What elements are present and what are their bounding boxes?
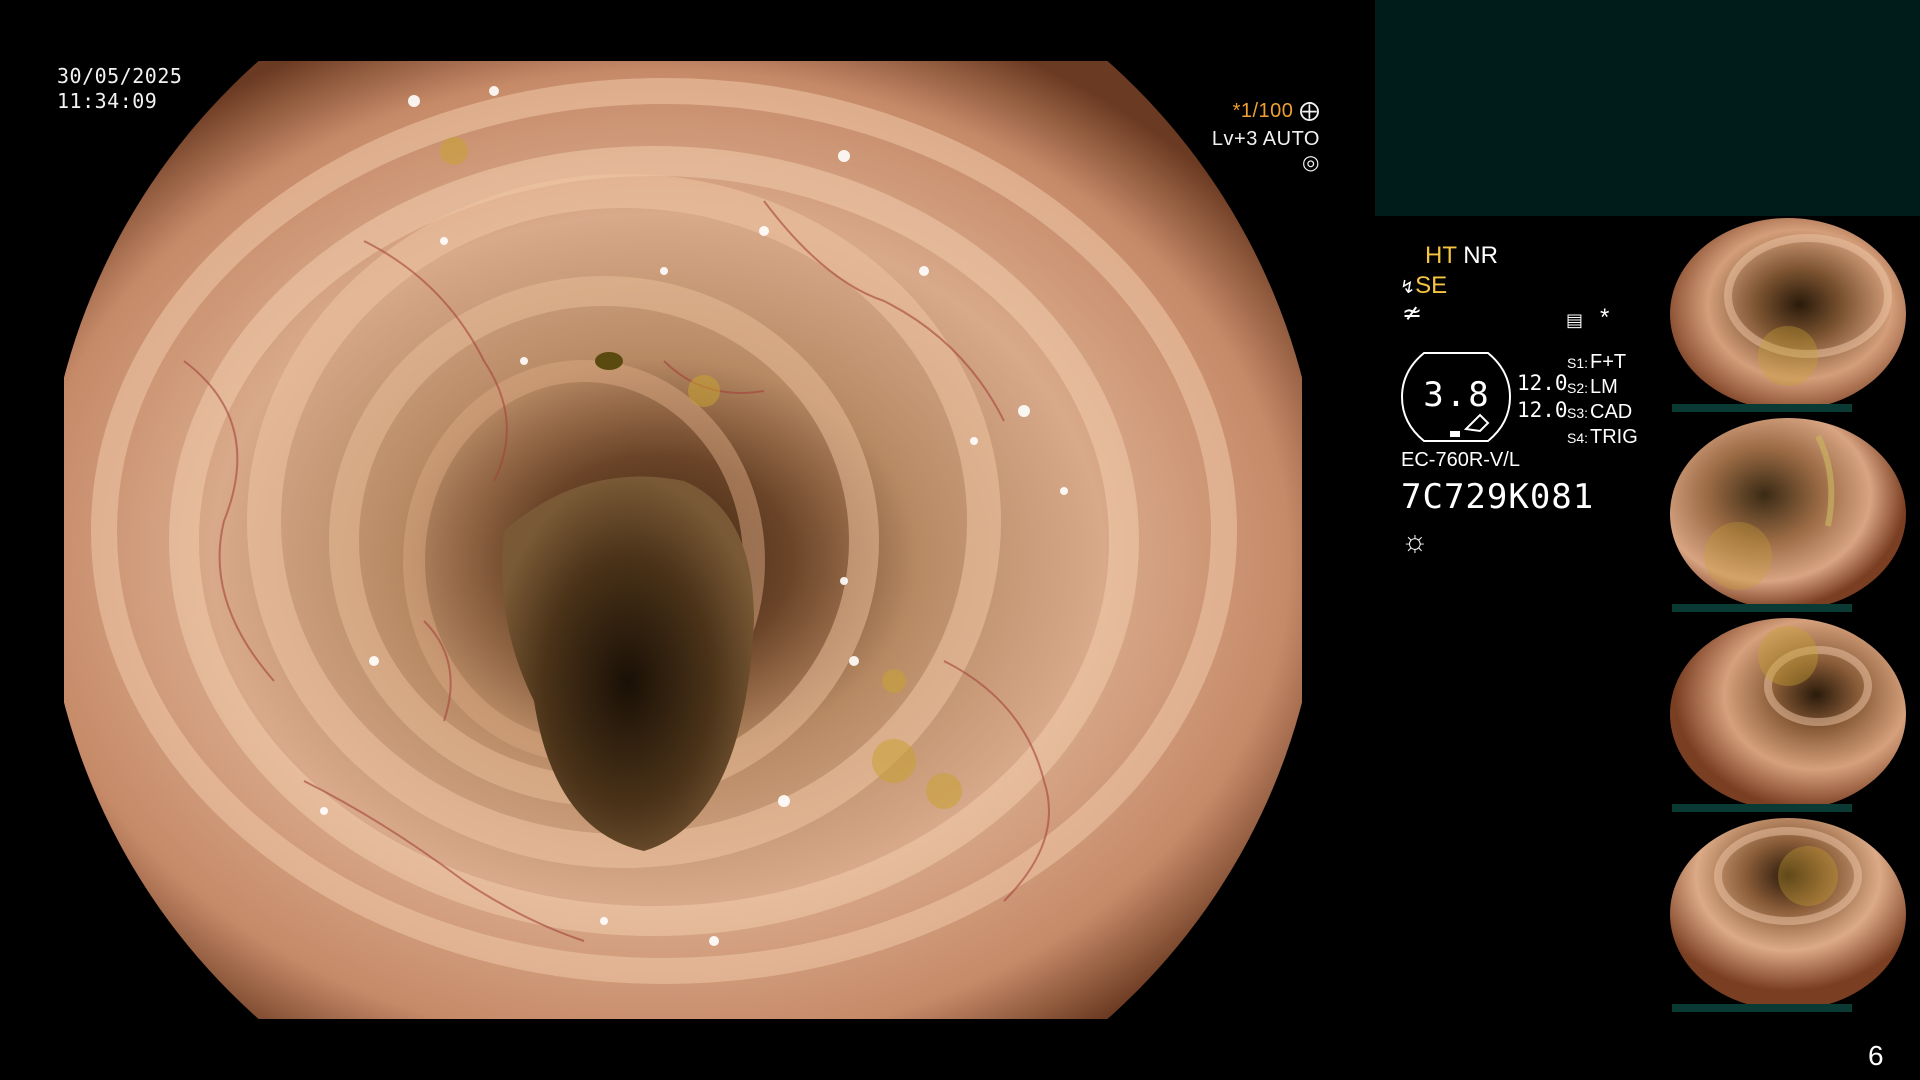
scope-model-text: EC-760R-V/L [1401,449,1520,471]
thumbnail-image [1670,618,1906,810]
ht-label: HT [1425,242,1457,269]
asterisk-text: * [1600,304,1610,331]
switch-s3: S3: CAD [1567,401,1633,423]
ht-nr-row: HT NR [1425,242,1498,270]
nr-label: NR [1463,242,1498,269]
thumbnail-1[interactable] [1668,216,1920,412]
thumbnail-image [1670,818,1906,1010]
light-source-icon: ☼ [1401,525,1429,558]
magnification-dial: 3.8 [1400,351,1512,443]
thumbnail-bar [1672,604,1852,612]
thumbnail-bar [1672,404,1852,412]
thumbnail-2[interactable] [1668,416,1920,612]
enhancement-icon: ↯ [1400,277,1416,297]
level-text: Lv+3 [1211,128,1258,150]
structure-icon: ≄ [1402,300,1423,327]
thumbnail-3[interactable] [1668,616,1920,812]
switch-s4: S4: TRIG [1567,426,1638,448]
se-label: SE [1415,272,1448,299]
switch-s2: S2: LM [1567,376,1618,398]
iris-icon: ◎ [1302,152,1320,174]
thumbnail-bar [1672,1004,1852,1012]
dial-value: 3.8 [1423,375,1491,415]
intensity-value-1: 12.0 [1517,371,1568,395]
scope-serial-text: 7C729K081 [1401,477,1595,517]
colon-lumen-image [64,61,1302,1019]
date-text: 30/05/2025 [57,64,183,88]
thumbnail-image [1670,218,1906,410]
mode-text: AUTO [1262,128,1320,150]
se-row: ↯SE [1400,272,1447,301]
time-text: 11:34:09 [57,89,158,113]
datetime-display: 30/05/2025 11:34:09 [57,64,182,114]
thumbnail-bar [1672,804,1852,812]
info-panel [1375,0,1920,216]
shutter-display: *1/100 ⨁ [1180,99,1320,123]
exposure-level-display: Lv+3 AUTO ◎ [1190,127,1320,175]
aperture-icon: ⨁ [1299,100,1320,122]
thumbnail-image [1670,418,1906,610]
shutter-text: *1/100 [1232,100,1294,122]
endoscope-main-view [64,61,1302,1019]
intensity-value-2: 12.0 [1517,398,1568,422]
page-number: 6 [1868,1040,1884,1071]
recording-icon: ▤ [1566,310,1584,330]
thumbnail-4[interactable] [1668,816,1920,1012]
thumbnail-strip[interactable] [1668,216,1920,1016]
switch-s1: S1: F+T [1567,351,1627,373]
